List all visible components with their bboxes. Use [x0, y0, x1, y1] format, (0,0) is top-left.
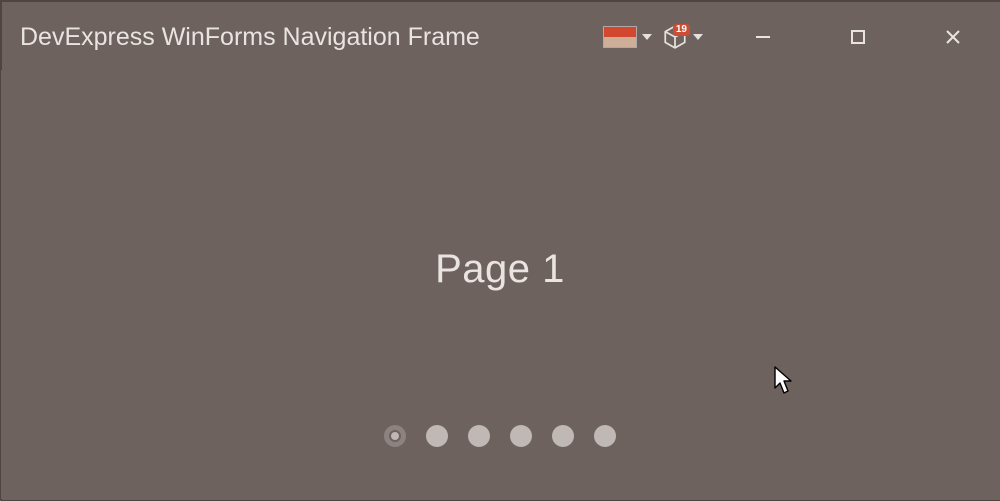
page-dot-4[interactable] [510, 425, 532, 447]
window-controls [715, 2, 1000, 72]
minimize-button[interactable] [715, 2, 810, 72]
maximize-button[interactable] [810, 2, 905, 72]
cube-icon: 19 [662, 24, 688, 50]
page-dot-2[interactable] [426, 425, 448, 447]
skin-badge: 19 [673, 24, 690, 36]
page-dot-6[interactable] [594, 425, 616, 447]
window-title: DevExpress WinForms Navigation Frame [20, 23, 480, 52]
chevron-down-icon [642, 34, 652, 40]
theme-swatch-button[interactable] [601, 22, 654, 52]
navigation-frame-content: Page 1 [1, 70, 999, 499]
page-dot-1[interactable] [384, 425, 406, 447]
toolbar-group: 19 [601, 20, 705, 54]
page-title: Page 1 [435, 247, 565, 292]
title-bar: DevExpress WinForms Navigation Frame 19 [2, 2, 1000, 72]
chevron-down-icon [693, 34, 703, 40]
page-dot-5[interactable] [552, 425, 574, 447]
close-button[interactable] [905, 2, 1000, 72]
skin-picker-button[interactable]: 19 [660, 20, 705, 54]
mouse-cursor-icon [774, 366, 796, 396]
page-indicator [384, 425, 616, 447]
page-dot-3[interactable] [468, 425, 490, 447]
theme-swatch-icon [603, 26, 637, 48]
